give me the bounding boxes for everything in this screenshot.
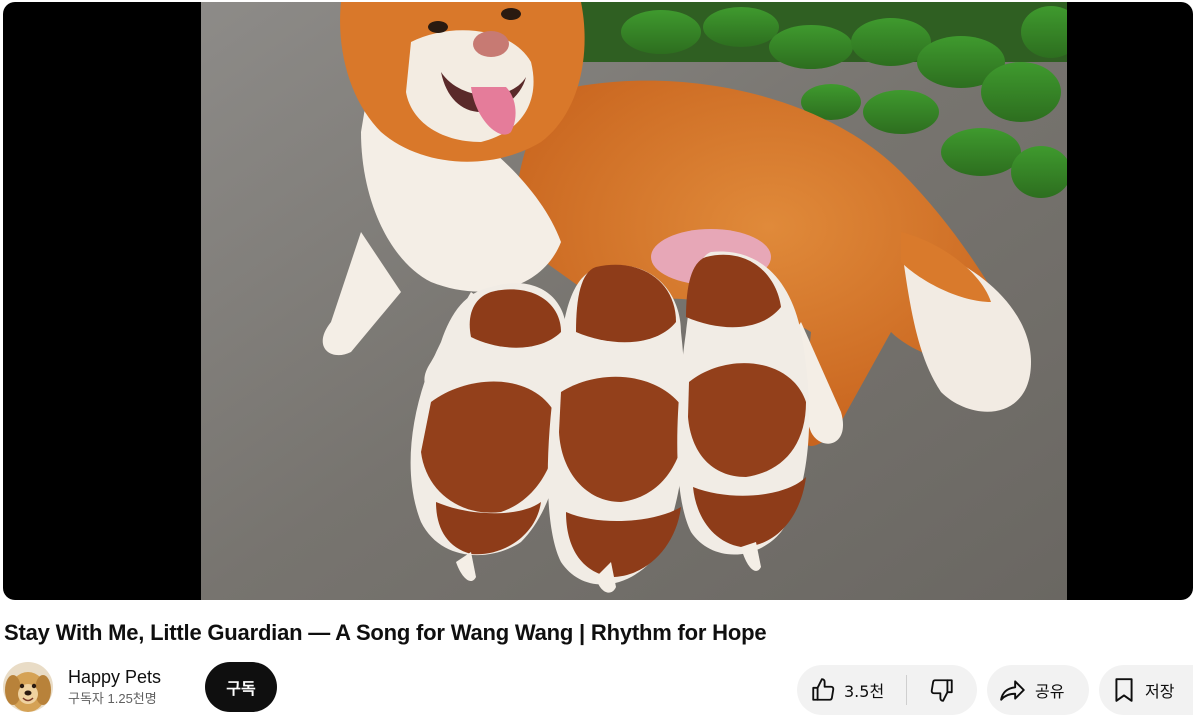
dislike-button[interactable] (907, 665, 977, 715)
video-actions: 3.5천 공유 저장 (797, 665, 1193, 715)
puppies (410, 251, 810, 593)
channel-info: Happy Pets 구독자 1.25천명 (68, 665, 190, 709)
golden-retriever-avatar-icon (3, 662, 53, 712)
channel-name[interactable]: Happy Pets (68, 665, 190, 689)
video-still-image (201, 2, 1067, 600)
subscriber-count: 구독자 1.25천명 (68, 691, 157, 706)
thumbs-down-icon (929, 677, 955, 703)
bookmark-icon (1111, 677, 1137, 703)
save-label: 저장 (1145, 682, 1175, 701)
video-player[interactable] (3, 2, 1193, 600)
share-arrow-icon (999, 677, 1027, 703)
watch-page: Stay With Me, Little Guardian — A Song f… (0, 0, 1193, 724)
like-count: 3.5천 (844, 682, 885, 701)
thumbs-up-icon (810, 677, 836, 703)
save-button[interactable]: 저장 (1099, 665, 1193, 715)
channel-avatar[interactable] (3, 662, 53, 712)
share-button[interactable]: 공유 (987, 665, 1089, 715)
share-label: 공유 (1035, 682, 1065, 701)
like-dislike-group: 3.5천 (797, 665, 977, 715)
subscribe-button[interactable]: 구독 (205, 662, 277, 712)
video-frame[interactable] (201, 2, 1067, 600)
like-button[interactable]: 3.5천 (797, 665, 906, 715)
video-title: Stay With Me, Little Guardian — A Song f… (4, 620, 767, 645)
channel-owner: Happy Pets 구독자 1.25천명 구독 (3, 661, 277, 713)
